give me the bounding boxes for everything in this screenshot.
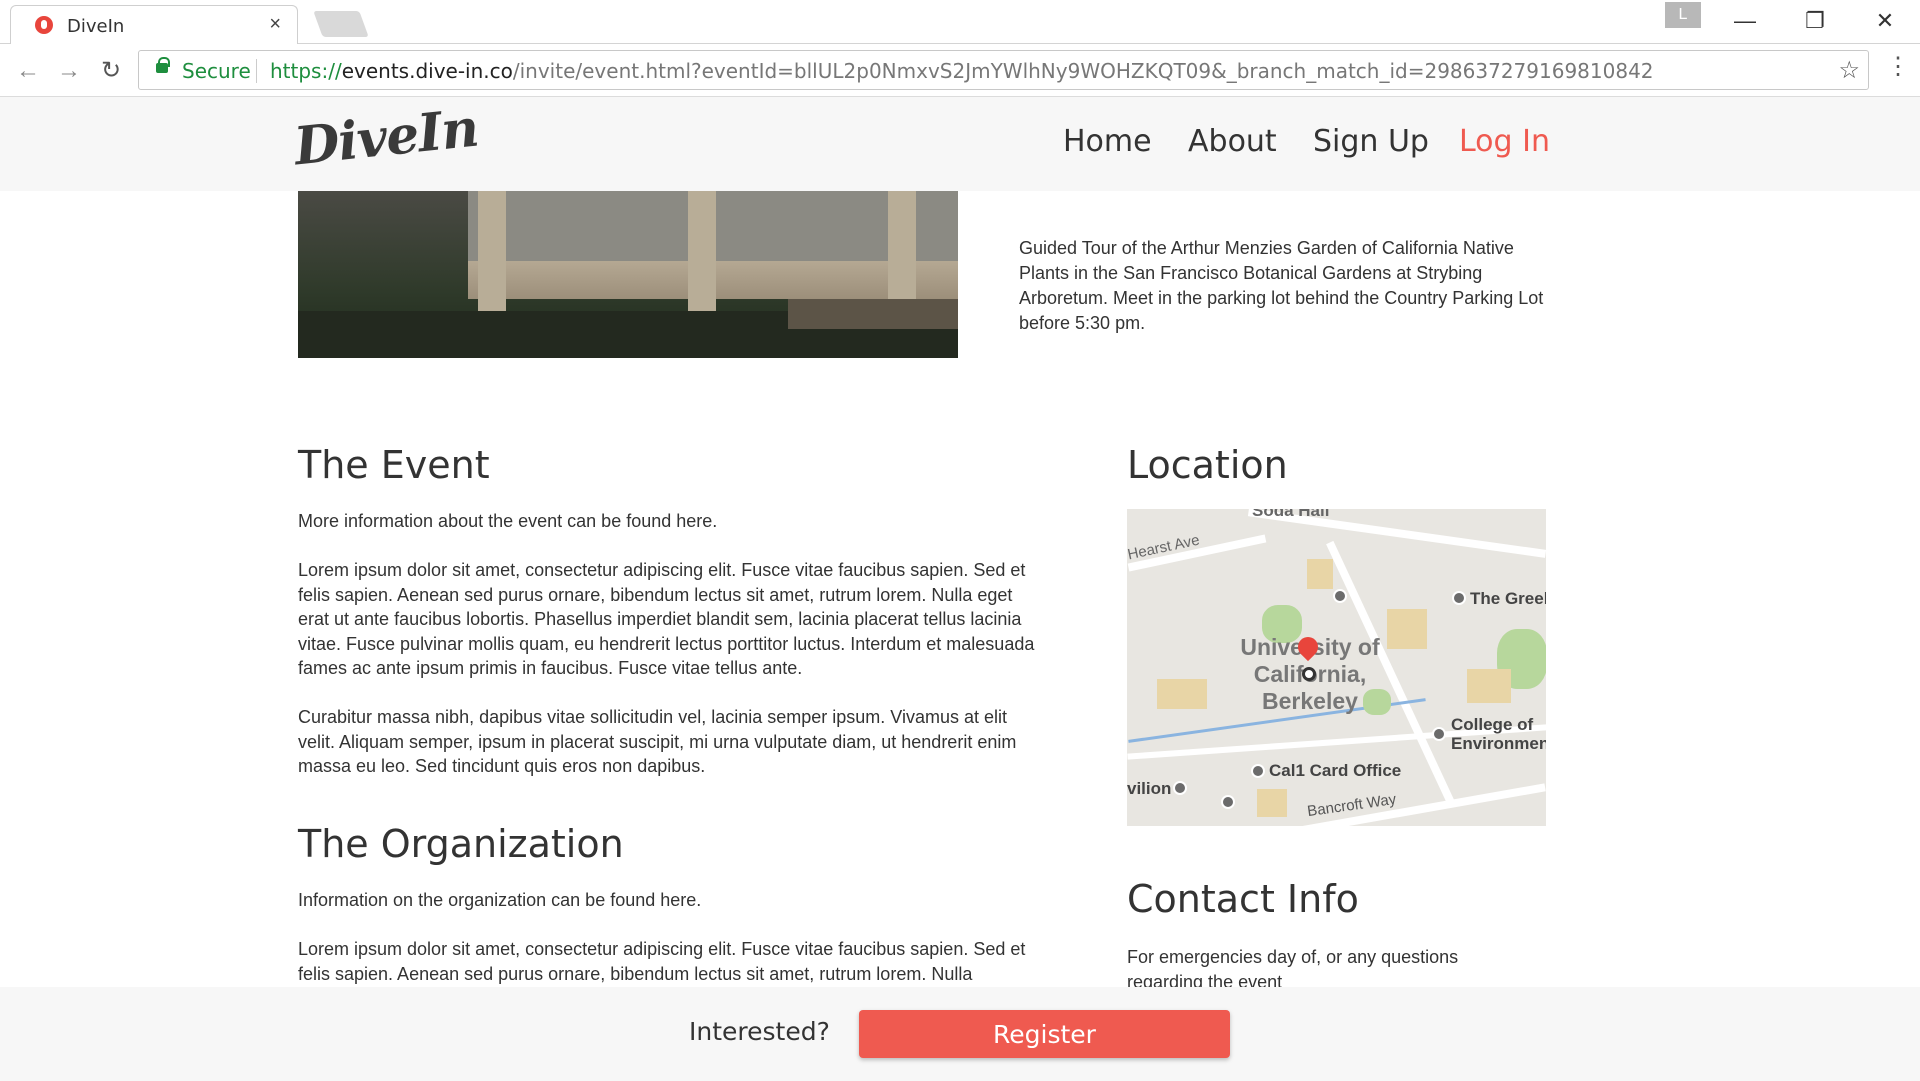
photo-deck-base bbox=[788, 299, 958, 329]
contact-heading: Contact Info bbox=[1127, 877, 1359, 921]
profile-button[interactable]: L bbox=[1665, 2, 1701, 28]
divein-logo[interactable]: DiveIn bbox=[291, 98, 481, 178]
organization-intro: Information on the organization can be f… bbox=[298, 890, 702, 910]
back-icon[interactable]: ← bbox=[11, 54, 45, 88]
address-divider bbox=[256, 59, 257, 83]
url-text[interactable]: https://events.dive-in.co/invite/event.h… bbox=[270, 59, 1654, 83]
map-marker-dot bbox=[1302, 667, 1316, 681]
organization-heading: The Organization bbox=[298, 822, 624, 866]
map-building bbox=[1387, 609, 1427, 649]
restore-icon[interactable]: ❐ bbox=[1795, 6, 1835, 36]
lock-icon bbox=[156, 57, 170, 73]
map-building bbox=[1257, 789, 1287, 817]
map-label-pavilion: vilion bbox=[1127, 779, 1172, 798]
map-label-cal1: Cal1 Card Office bbox=[1269, 761, 1402, 780]
event-intro: More information about the event can be … bbox=[298, 511, 718, 531]
map-poi-icon bbox=[1333, 589, 1347, 603]
browser-toolbar: ← → ↻ Secure https://events.dive-in.co/i… bbox=[0, 44, 1920, 97]
nav-home[interactable]: Home bbox=[1063, 124, 1152, 159]
browser-tab[interactable]: DiveIn × bbox=[10, 5, 298, 44]
address-bar[interactable]: Secure https://events.dive-in.co/invite/… bbox=[138, 50, 1869, 90]
map-marker-icon[interactable] bbox=[1293, 632, 1323, 681]
organization-paragraph-1: Lorem ipsum dolor sit amet, consectetur … bbox=[298, 939, 1026, 984]
browser-menu-icon[interactable]: ⋮ bbox=[1886, 52, 1910, 81]
browser-tab-bar: DiveIn × L — ❐ ✕ bbox=[0, 0, 1920, 44]
map-label-college: College of Environment bbox=[1451, 715, 1546, 753]
location-map[interactable]: Soda Hall Hearst Ave The Greek Universit… bbox=[1127, 509, 1546, 826]
map-label-the-greek: The Greek bbox=[1470, 589, 1546, 608]
map-building bbox=[1467, 669, 1511, 703]
forward-icon[interactable]: → bbox=[52, 54, 86, 88]
map-building bbox=[1157, 679, 1207, 709]
photo-post bbox=[888, 191, 916, 311]
register-bar: Interested? Register bbox=[0, 987, 1920, 1081]
url-scheme: https:// bbox=[270, 59, 342, 83]
reload-icon[interactable]: ↻ bbox=[94, 54, 128, 88]
divein-favicon-icon bbox=[35, 16, 53, 34]
secure-label: Secure bbox=[182, 59, 251, 83]
location-heading: Location bbox=[1127, 443, 1288, 487]
interested-label: Interested? bbox=[689, 1017, 830, 1046]
tab-title: DiveIn bbox=[67, 16, 125, 37]
tab-close-icon[interactable]: × bbox=[269, 13, 281, 36]
map-marker-head bbox=[1293, 632, 1323, 662]
nav-sign-up[interactable]: Sign Up bbox=[1313, 124, 1429, 159]
map-poi-icon bbox=[1432, 727, 1446, 741]
map-poi-icon bbox=[1173, 781, 1187, 795]
bookmark-star-icon[interactable]: ☆ bbox=[1838, 56, 1860, 85]
url-host: events.dive-in.co bbox=[341, 59, 513, 83]
map-poi-icon bbox=[1251, 764, 1265, 778]
register-button[interactable]: Register bbox=[859, 1010, 1230, 1058]
nav-about[interactable]: About bbox=[1188, 124, 1277, 159]
minimize-icon[interactable]: — bbox=[1725, 6, 1765, 36]
map-building bbox=[1307, 559, 1333, 589]
map-poi-icon bbox=[1221, 795, 1235, 809]
event-description: Guided Tour of the Arthur Menzies Garden… bbox=[1019, 238, 1544, 333]
event-paragraph-1: Lorem ipsum dolor sit amet, consectetur … bbox=[298, 560, 1035, 678]
map-label-soda-hall: Soda Hall bbox=[1252, 509, 1330, 520]
event-photo bbox=[298, 191, 958, 358]
site-header: DiveIn Home About Sign Up Log In bbox=[0, 97, 1920, 191]
map-poi-icon bbox=[1452, 591, 1466, 605]
event-heading: The Event bbox=[298, 443, 490, 487]
photo-post bbox=[478, 191, 506, 311]
photo-post bbox=[688, 191, 716, 311]
new-tab-button[interactable] bbox=[313, 11, 369, 37]
nav-log-in[interactable]: Log In bbox=[1459, 124, 1550, 159]
url-path: /invite/event.html?eventId=bllUL2p0NmxvS… bbox=[512, 59, 1654, 83]
window-close-icon[interactable]: ✕ bbox=[1865, 6, 1905, 36]
event-paragraph-2: Curabitur massa nibh, dapibus vitae soll… bbox=[298, 707, 1017, 776]
